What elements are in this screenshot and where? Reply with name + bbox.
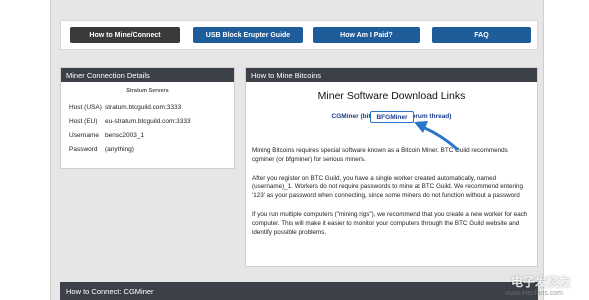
watermark-logo: 电子发烧友 [510,275,571,289]
bfgminer-link-highlight[interactable]: BFGMiner [370,111,414,123]
host-usa-value: stratum.btcguild.com:3333 [105,103,182,111]
stratum-servers-label: Stratum Servers [126,88,169,94]
username-value: bensc2003_1 [105,131,145,139]
host-eu-value: eu-stratum.btcguild.com:3333 [105,117,191,125]
worker-paragraph: After you register on BTC Guild, you hav… [252,174,523,200]
password-label: Password [69,145,98,153]
host-usa-row: Host (USA) stratum.btcguild.com:3333 [61,100,234,114]
password-row: Password (anything) [61,142,234,156]
nav-how-paid-button[interactable]: How Am I Paid? [313,27,420,43]
username-label: Username [69,131,99,139]
nav-how-to-mine-button[interactable]: How to Mine/Connect [70,27,180,43]
mining-software-paragraph: Mining Bitcoins requires special softwar… [252,147,508,163]
how-to-mine-panel: How to Mine Bitcoins Miner Software Down… [245,67,538,267]
bfgminer-link[interactable]: BFGMiner [376,114,407,121]
how-to-mine-title: How to Mine Bitcoins [246,68,537,82]
nav-faq-button[interactable]: FAQ [432,27,531,43]
host-eu-label: Host (EU) [69,117,98,125]
miner-connection-title: Miner Connection Details [61,68,234,82]
watermark-url: www.elecfans.com [505,290,563,297]
host-eu-row: Host (EU) eu-stratum.btcguild.com:3333 [61,114,234,128]
miner-connection-panel: Miner Connection Details Stratum Servers… [60,67,235,169]
download-links-heading: Miner Software Download Links [317,90,466,102]
nav-usb-guide-button[interactable]: USB Block Erupter Guide [193,27,303,43]
password-value: (anything) [105,145,134,153]
multiple-computers-paragraph: If you run multiple computers ("mining r… [252,210,528,236]
username-row: Username bensc2003_1 [61,128,234,142]
host-usa-label: Host (USA) [69,103,102,111]
how-to-connect-title: How to Connect: CGMiner [60,282,538,300]
